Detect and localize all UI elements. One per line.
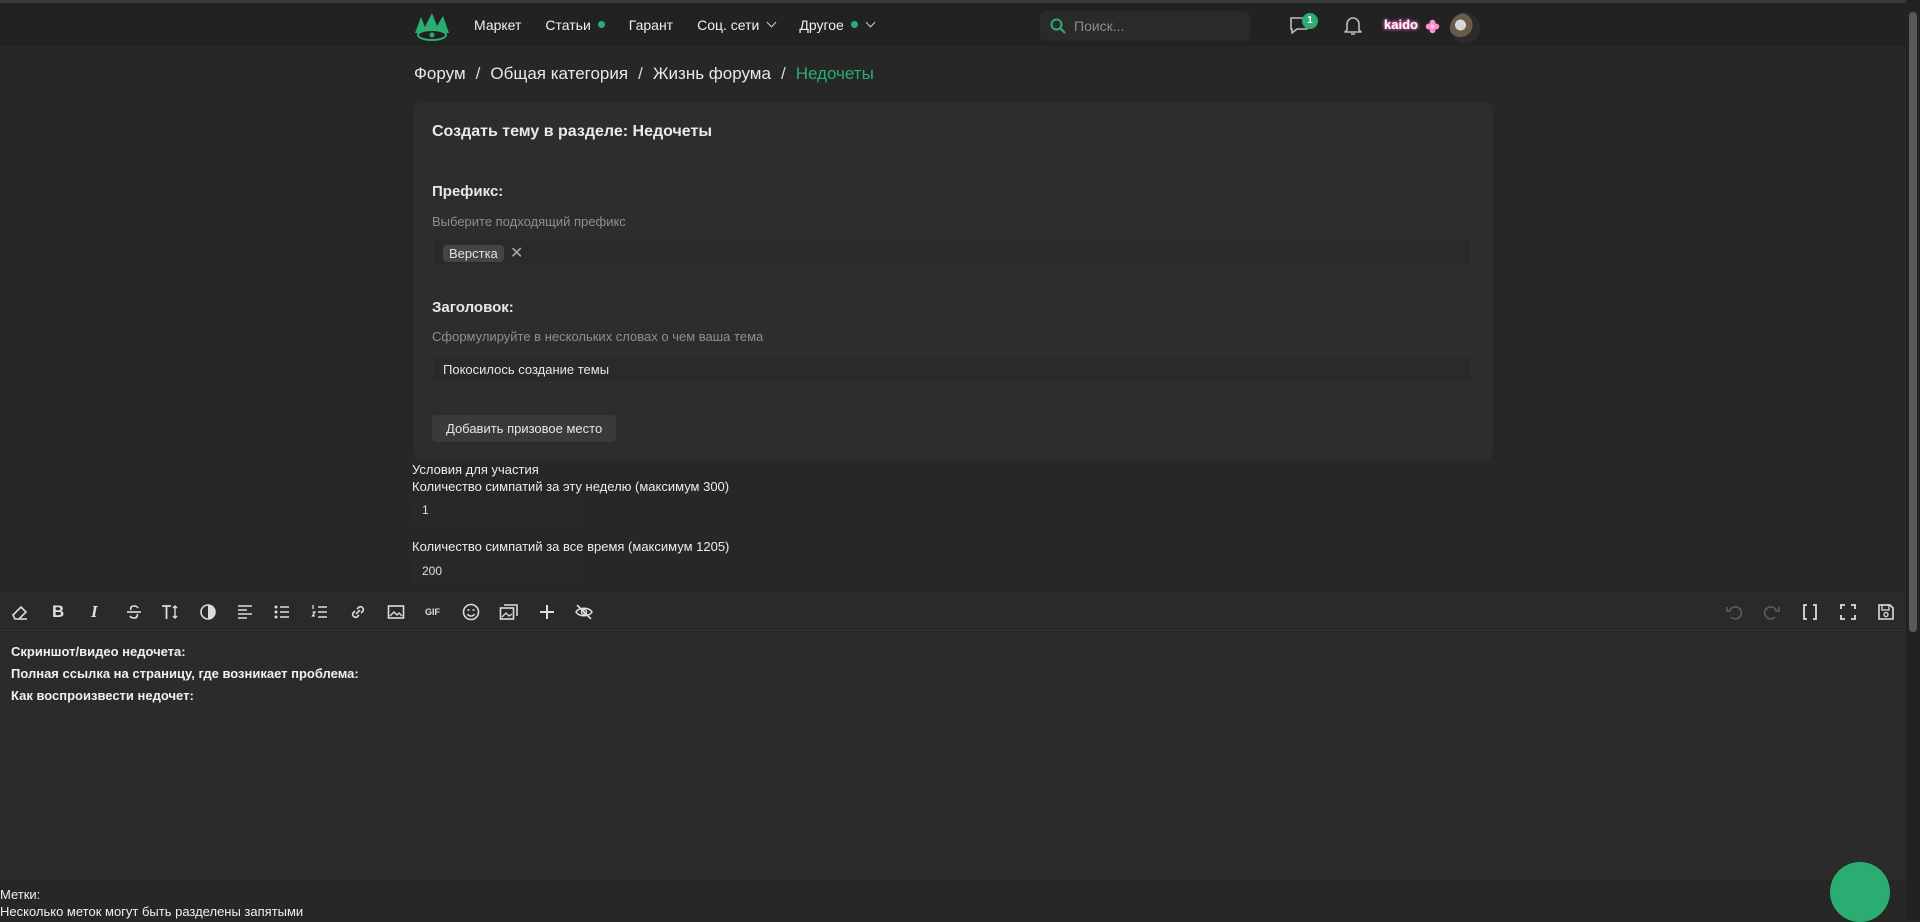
search-icon [1050,18,1066,34]
gif-button[interactable]: GIF [425,607,440,617]
tags-hint: Несколько меток могут быть разделены зап… [0,904,304,919]
scrollbar-thumb[interactable] [1909,12,1917,632]
page-scrollbar[interactable] [1906,0,1920,920]
save-draft-icon[interactable] [1876,602,1896,622]
prefix-label: Префикс: [432,183,504,200]
breadcrumb-separator: / [475,64,481,83]
emoji-icon[interactable] [461,602,481,622]
logo-icon[interactable] [413,11,451,43]
nav-label: Статьи [545,16,591,33]
nav-label: Маркет [474,16,522,33]
new-dot-icon [597,21,605,28]
all-likes-input[interactable]: 200 [412,558,582,584]
bullet-list-icon[interactable] [272,602,292,622]
color-icon[interactable] [198,602,218,622]
heading-hint: Сформулируйте в нескольких словах о чем … [432,329,764,344]
image-icon[interactable] [386,602,406,622]
title-value: Покосилось создание темы [443,362,610,377]
nav-other[interactable]: Другое [799,3,876,46]
strikethrough-icon[interactable] [124,602,144,622]
redo-icon[interactable] [1762,602,1782,622]
code-brackets-icon[interactable] [1800,602,1820,622]
eraser-icon[interactable] [10,602,30,622]
nav-label: Соц. сети [697,16,760,33]
create-thread-card: Создать тему в разделе: Недочеты Префикс… [413,102,1493,461]
site-header: Маркет Статьи Гарант Соц. сети Другое 1 … [0,3,1906,46]
nav-label: Другое [799,16,844,33]
editor-line: Полная ссылка на страницу, где возникает… [11,666,359,681]
prefix-hint: Выберите подходящий префикс [432,214,626,229]
numbered-list-icon[interactable] [310,602,330,622]
chevron-down-icon [865,17,876,28]
bold-button[interactable]: B [52,602,64,622]
fullscreen-icon[interactable] [1838,602,1858,622]
link-icon[interactable] [348,602,368,622]
breadcrumb-separator: / [638,64,643,83]
undo-icon[interactable] [1724,602,1744,622]
search-input[interactable] [1074,18,1234,34]
nav-label: Гарант [628,16,674,33]
nav-guarantor[interactable]: Гарант [629,3,673,46]
chevron-down-icon [766,17,777,28]
message-editor[interactable]: Скриншот/видео недочета: Полная ссылка н… [0,632,1906,880]
editor-line: Скриншот/видео недочета: [11,644,186,659]
title-input[interactable]: Покосилось создание темы [432,355,1472,383]
breadcrumb: Форум / Общая категория / Жизнь форума /… [414,64,874,84]
username[interactable]: kaido [1384,17,1418,32]
bell-icon[interactable] [1341,13,1365,37]
align-icon[interactable] [235,602,255,622]
breadcrumb-forum[interactable]: Форум [414,64,466,84]
page-title: Создать тему в разделе: Недочеты [432,123,712,140]
add-prize-button[interactable]: Добавить призовое место [432,415,617,442]
all-likes-label: Количество симпатий за все время (максим… [412,539,730,554]
nav-articles[interactable]: Статьи [545,3,605,46]
nav-social[interactable]: Соц. сети [697,3,777,46]
editor-line: Как воспроизвести недочет: [11,688,194,703]
breadcrumb-general[interactable]: Общая категория [490,64,628,84]
italic-button[interactable]: I [91,602,98,622]
hide-icon[interactable] [574,602,594,622]
conditions-title: Условия для участия [412,462,539,477]
text-size-icon[interactable] [160,602,180,622]
breadcrumb-current: Недочеты [795,64,874,83]
main-nav: Маркет Статьи Гарант Соц. сети Другое [474,3,898,46]
close-icon[interactable]: ✕ [510,243,523,263]
heading-label: Заголовок: [432,299,514,316]
week-likes-input[interactable]: 1 [412,497,582,523]
nav-market[interactable]: Маркет [474,3,521,46]
breadcrumb-separator: / [780,64,786,83]
week-likes-label: Количество симпатий за эту неделю (макси… [412,479,730,494]
gallery-icon[interactable] [499,602,519,622]
plus-icon[interactable] [537,602,557,622]
editor-toolbar: B I GIF [0,593,1906,631]
messages-badge: 1 [1302,13,1318,29]
prefix-select[interactable]: Верстка ✕ [432,239,1472,267]
floating-action-button[interactable] [1830,862,1890,922]
breadcrumb-forum-life[interactable]: Жизнь форума [653,64,771,84]
prefix-tag: Верстка [443,245,504,262]
search-box[interactable] [1040,11,1250,41]
tags-label: Метки: [0,887,41,902]
avatar[interactable] [1450,13,1480,43]
flower-icon [1425,19,1440,34]
new-dot-icon [850,21,858,28]
